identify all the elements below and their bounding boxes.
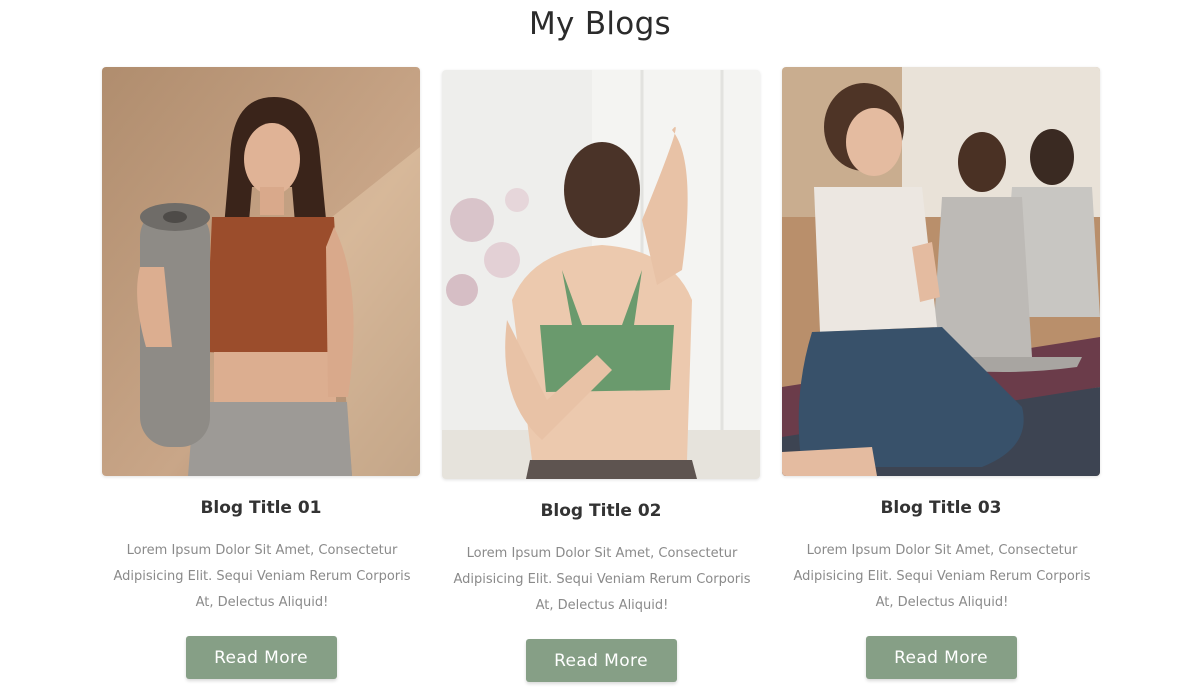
section-title: My Blogs [528, 6, 672, 42]
blog-card: Blog Title 02 Lorem Ipsum Dolor Sit Amet… [442, 70, 762, 682]
read-more-button[interactable]: Read More [525, 639, 677, 682]
blog-card: Blog Title 01 Lorem Ipsum Dolor Sit Amet… [102, 67, 422, 679]
blog-title[interactable]: Blog Title 02 [442, 501, 760, 521]
blog-image[interactable] [442, 70, 760, 479]
blog-excerpt: Lorem Ipsum Dolor Sit Amet, Consectetur … [453, 546, 751, 613]
blog-title[interactable]: Blog Title 03 [782, 498, 1100, 518]
blog-card: Blog Title 03 Lorem Ipsum Dolor Sit Amet… [782, 67, 1102, 679]
read-more-button[interactable]: Read More [865, 636, 1017, 679]
blog-excerpt: Lorem Ipsum Dolor Sit Amet, Consectetur … [793, 543, 1091, 610]
blog-excerpt: Lorem Ipsum Dolor Sit Amet, Consectetur … [113, 543, 411, 610]
blog-image-graphic [102, 67, 420, 476]
blogs-page: My Blogs Blog Title 01 Lorem Ipsum Dolor… [0, 0, 1200, 699]
blog-title[interactable]: Blog Title 01 [102, 498, 420, 518]
blog-image[interactable] [102, 67, 420, 476]
blog-image-graphic [442, 70, 760, 479]
blog-image[interactable] [782, 67, 1100, 476]
blog-image-graphic [782, 67, 1100, 476]
read-more-button[interactable]: Read More [185, 636, 337, 679]
